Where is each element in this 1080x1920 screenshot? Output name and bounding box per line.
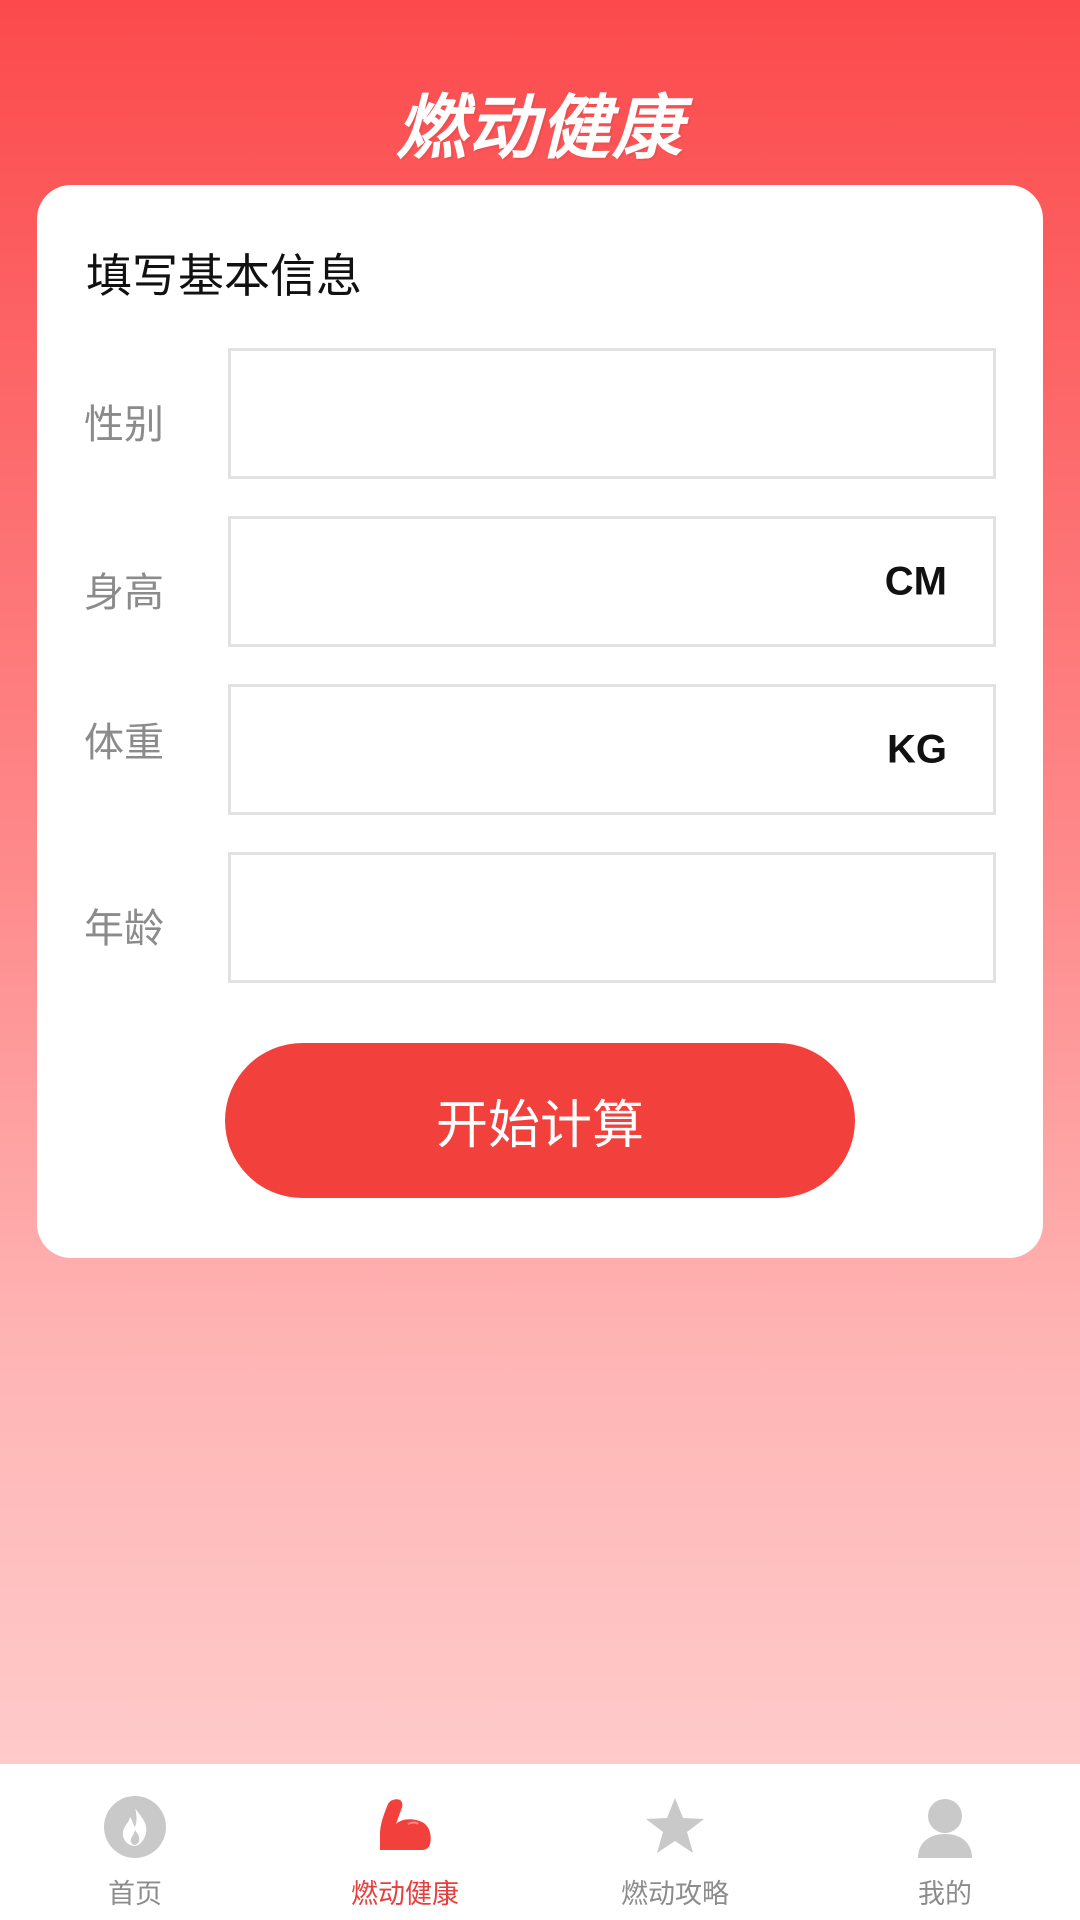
height-input[interactable]	[231, 519, 993, 644]
bottom-tab-bar: 首页 燃动健康 燃动攻略 我的	[0, 1764, 1080, 1920]
gender-field[interactable]	[228, 348, 996, 479]
height-label: 身高	[84, 570, 164, 616]
height-unit: CM	[884, 559, 947, 603]
user-icon	[918, 1799, 972, 1858]
gender-input[interactable]	[231, 351, 993, 476]
weight-input[interactable]	[231, 687, 993, 812]
tab-fitness-guide[interactable]: 燃动攻略	[540, 1764, 810, 1920]
app-title: 燃动健康	[396, 87, 684, 169]
tab-mine-label: 我的	[918, 1879, 972, 1910]
tab-home-label: 首页	[108, 1879, 162, 1910]
muscle-arm-icon	[380, 1799, 431, 1850]
tab-fitness-guide-label: 燃动攻略	[621, 1879, 729, 1910]
gender-label: 性别	[84, 402, 164, 448]
tab-fitness-health-label: 燃动健康	[351, 1879, 459, 1910]
star-icon	[646, 1798, 704, 1853]
tab-mine[interactable]: 我的	[810, 1764, 1080, 1920]
height-field[interactable]: CM	[228, 516, 996, 647]
flame-circle-icon	[104, 1796, 166, 1858]
tab-home[interactable]: 首页	[0, 1764, 270, 1920]
age-label: 年龄	[84, 906, 164, 952]
tab-fitness-health[interactable]: 燃动健康	[270, 1764, 540, 1920]
form-title: 填写基本信息	[86, 249, 362, 303]
start-calculate-button[interactable]: 开始计算	[225, 1043, 855, 1198]
weight-label: 体重	[84, 720, 164, 766]
age-field[interactable]	[228, 852, 996, 983]
weight-field[interactable]: KG	[228, 684, 996, 815]
weight-unit: KG	[887, 727, 947, 771]
age-input[interactable]	[231, 855, 993, 980]
